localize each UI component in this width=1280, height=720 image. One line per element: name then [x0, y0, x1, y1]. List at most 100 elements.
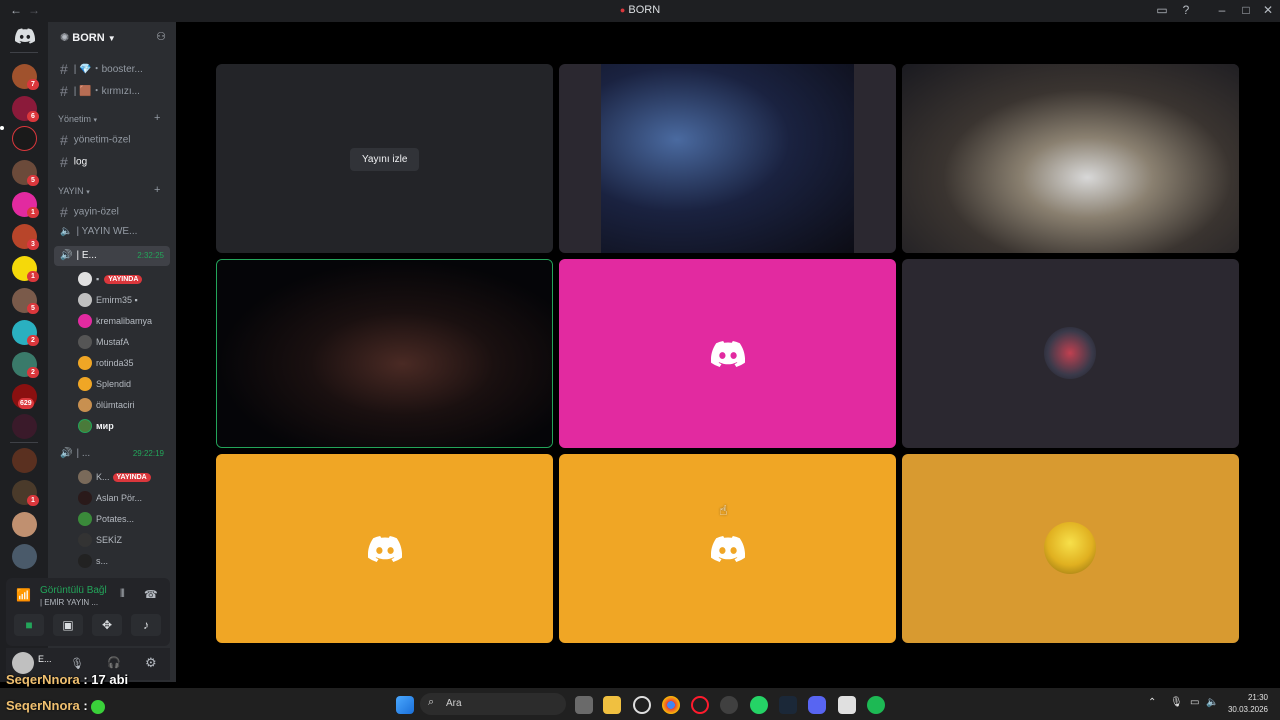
microphone-icon[interactable]: 🎙	[70, 657, 84, 670]
video-stage: Yayını izle ☝	[176, 22, 1280, 682]
chevron-down-icon: ▾	[86, 189, 90, 196]
mention-badge: 1	[27, 495, 39, 506]
help-icon[interactable]: ?	[1176, 3, 1196, 17]
voice-user[interactable]: Emirm35 ▪	[78, 291, 172, 309]
voice-user[interactable]: Potates...	[78, 510, 172, 528]
channel-log[interactable]: # log	[54, 150, 170, 170]
mention-badge: 3	[27, 239, 39, 250]
chevron-down-icon: ▼	[107, 34, 116, 43]
video-tile[interactable]	[902, 64, 1239, 253]
hash-icon: #	[60, 83, 68, 98]
voice-tile[interactable]	[902, 454, 1239, 643]
server-header[interactable]: ✺ BORN ▼ ⚇	[48, 22, 176, 54]
voice-user[interactable]: Aslan Pör...	[78, 489, 172, 507]
avatar	[78, 470, 92, 484]
voice-user[interactable]: мир	[78, 417, 172, 435]
add-channel-icon[interactable]: +	[154, 184, 160, 196]
mention-badge: 7	[27, 79, 39, 90]
voice-user[interactable]: s...	[78, 552, 172, 570]
voice-user[interactable]: ▪ YAYINDA	[78, 270, 172, 288]
voice-channel-2[interactable]: 🔊 | E... 2:32:25	[54, 246, 170, 266]
voice-user[interactable]: ölümtaciri	[78, 396, 172, 414]
voice-timer: 29:22:19	[132, 449, 164, 458]
voice-channel-1[interactable]: 🔈 | YAYIN WE...	[54, 222, 170, 242]
title-bar: ← → ● BORN ▭ ? – □ ✕	[0, 0, 1280, 22]
avatar[interactable]	[12, 652, 34, 674]
chrome-icon[interactable]	[662, 696, 680, 714]
volume-icon[interactable]: 🔈	[1206, 697, 1218, 708]
network-icon[interactable]: ▭	[1190, 697, 1199, 708]
headphones-icon[interactable]: 🎧	[107, 656, 121, 669]
camera-button[interactable]: ■	[14, 614, 44, 636]
search-icon: ⌕	[428, 696, 435, 708]
server-icon[interactable]	[12, 414, 37, 439]
stream-tile[interactable]: Yayını izle	[216, 64, 553, 253]
noise-suppression-icon[interactable]: ⦀	[120, 588, 125, 601]
channel-yayin-ozel[interactable]: # yayin-özel	[54, 200, 170, 220]
disconnect-icon[interactable]: ☎	[144, 588, 158, 601]
soundboard-button[interactable]: ♪	[131, 614, 161, 636]
spotify-icon[interactable]	[867, 696, 885, 714]
windows-start-icon[interactable]	[396, 696, 414, 714]
add-channel-icon[interactable]: +	[154, 112, 160, 124]
avatar	[78, 377, 92, 391]
voice-user[interactable]: rotinda35	[78, 354, 172, 372]
task-view-icon[interactable]	[575, 696, 593, 714]
video-tile-speaking[interactable]	[216, 259, 553, 448]
taskbar: SeqerNnora : ⌕ Ara ⌃ 🎙 ▭ 🔈 21:30 30.03.20…	[0, 688, 1280, 720]
category-management[interactable]: Yönetim ▾	[58, 114, 97, 124]
chat-line: SeqerNnora :	[6, 698, 106, 714]
taskbar-search[interactable]: ⌕ Ara	[420, 693, 566, 715]
avatar	[78, 554, 92, 568]
voice-tile[interactable]	[559, 259, 896, 448]
mouse-cursor-icon: ☝	[719, 502, 728, 518]
server-icon[interactable]	[12, 126, 37, 151]
app-icon[interactable]	[720, 696, 738, 714]
server-icon[interactable]	[12, 544, 37, 569]
screen-share-button[interactable]: ▣	[53, 614, 83, 636]
mention-badge: 2	[27, 367, 39, 378]
voice-user[interactable]: Splendid	[78, 375, 172, 393]
server-icon[interactable]	[12, 512, 37, 537]
channel-booster[interactable]: # | 💎・booster...	[54, 56, 170, 76]
divider	[10, 442, 38, 443]
server-icon[interactable]	[12, 448, 37, 473]
voice-user[interactable]: kremalibamya	[78, 312, 172, 330]
voice-tile[interactable]: ☝	[559, 454, 896, 643]
close-icon[interactable]: ✕	[1258, 3, 1278, 17]
voice-channel-3[interactable]: 🔊 | ... 29:22:19	[54, 444, 170, 464]
invite-icon[interactable]: ⚇	[156, 30, 166, 43]
settings-gear-icon[interactable]: ⚙	[145, 655, 157, 671]
activities-button[interactable]: ✥	[92, 614, 122, 636]
steam-icon[interactable]	[779, 696, 797, 714]
whatsapp-icon[interactable]	[750, 696, 768, 714]
microphone-tray-icon[interactable]: 🎙	[1170, 697, 1183, 708]
video-tile[interactable]	[559, 64, 896, 253]
voice-channel-label[interactable]: | EMİR YAYIN ...	[40, 598, 98, 607]
voice-user[interactable]: MustafA	[78, 333, 172, 351]
live-badge: YAYINDA	[104, 275, 143, 285]
voice-user[interactable]: K... YAYINDA	[78, 468, 172, 486]
steelseries-icon[interactable]	[633, 696, 651, 714]
opera-gx-icon[interactable]	[691, 696, 709, 714]
discord-home-icon[interactable]	[12, 28, 37, 48]
voice-tile[interactable]	[216, 454, 553, 643]
file-explorer-icon[interactable]	[603, 696, 621, 714]
channel-red[interactable]: # | 🟫・kırmızı...	[54, 78, 170, 98]
avatar	[78, 293, 92, 307]
minimize-icon[interactable]: –	[1212, 3, 1232, 17]
signal-icon: 📶	[16, 588, 31, 602]
channel-yonetim-ozel[interactable]: # yönetim-özel	[54, 128, 170, 148]
camera-icon: ▪	[96, 274, 100, 284]
maximize-icon[interactable]: □	[1236, 3, 1256, 17]
capcut-icon[interactable]	[838, 696, 856, 714]
webcam-feed	[902, 64, 1239, 253]
chevron-up-icon[interactable]: ⌃	[1148, 697, 1156, 708]
watch-stream-button[interactable]: Yayını izle	[350, 148, 420, 171]
category-stream[interactable]: YAYIN ▾	[58, 186, 90, 196]
inbox-icon[interactable]: ▭	[1152, 3, 1172, 17]
clock[interactable]: 21:30 30.03.2026	[1226, 693, 1268, 714]
discord-taskbar-icon[interactable]	[808, 696, 826, 714]
voice-tile[interactable]	[902, 259, 1239, 448]
voice-user[interactable]: SEKİZ	[78, 531, 172, 549]
